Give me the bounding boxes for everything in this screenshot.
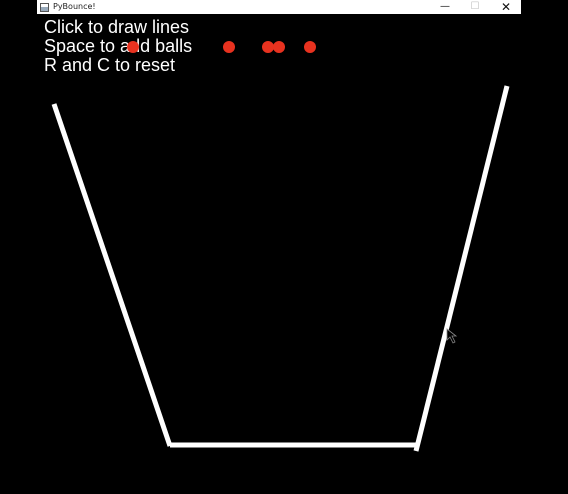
- instruction-draw: Click to draw lines: [44, 17, 190, 37]
- ball: [223, 41, 235, 53]
- drawn-line-right: [413, 85, 510, 452]
- mouse-cursor-icon: [446, 328, 458, 344]
- game-canvas[interactable]: Click to draw lines Space to add balls R…: [37, 14, 521, 494]
- close-button[interactable]: ✕: [491, 0, 521, 14]
- maximize-button[interactable]: ☐: [460, 0, 490, 14]
- ball: [273, 41, 285, 53]
- drawn-line-left: [51, 103, 173, 447]
- instruction-reset: R and C to reset: [44, 55, 176, 75]
- ball: [262, 41, 274, 53]
- title-bar[interactable]: PyBounce! — ☐ ✕: [37, 0, 521, 14]
- instructions: Click to draw lines Space to add balls R…: [44, 18, 192, 75]
- instruction-add-balls: Space to add balls: [44, 36, 193, 56]
- pybounce-window: PyBounce! — ☐ ✕ Click to draw lines Spac…: [37, 0, 521, 494]
- bounce-scene: [51, 41, 510, 452]
- minimize-button[interactable]: —: [430, 0, 460, 14]
- ball: [304, 41, 316, 53]
- window-title: PyBounce!: [53, 2, 96, 11]
- window-icon: [40, 2, 49, 12]
